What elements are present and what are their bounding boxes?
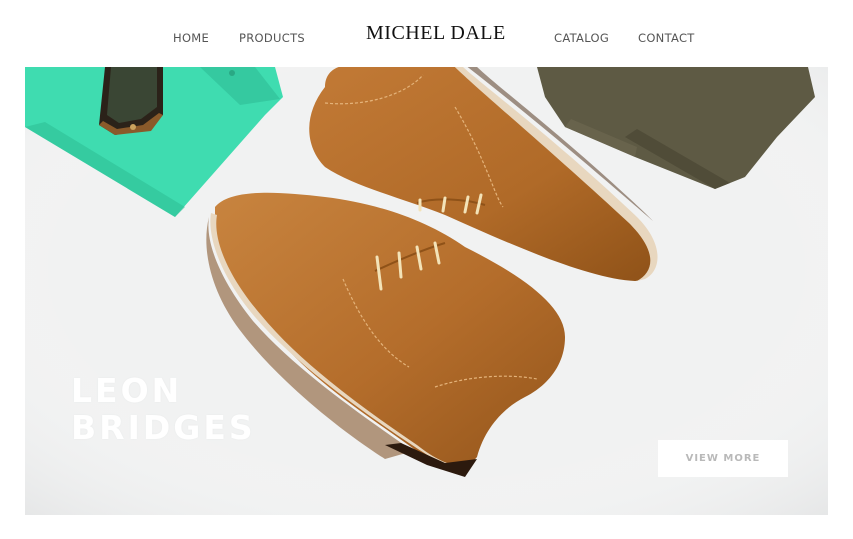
nav-catalog-link[interactable]: CATALOG — [554, 31, 609, 45]
nav-products-link[interactable]: PRODUCTS — [239, 31, 305, 45]
nav-contact-link[interactable]: CONTACT — [638, 31, 695, 45]
hero-banner: LEON BRIDGES VIEW MORE — [25, 67, 828, 515]
site-header: HOME PRODUCTS MICHEL DALE CATALOG CONTAC… — [0, 0, 853, 67]
sunglasses-graphic — [99, 67, 163, 135]
hero-title-line1: LEON — [71, 371, 183, 410]
hero-title-line2: BRIDGES — [71, 408, 256, 447]
hero-title: LEON BRIDGES — [71, 372, 256, 446]
brand-logo[interactable]: MICHEL DALE — [366, 22, 506, 45]
nav-home-link[interactable]: HOME — [173, 31, 209, 45]
view-more-button[interactable]: VIEW MORE — [658, 440, 788, 477]
